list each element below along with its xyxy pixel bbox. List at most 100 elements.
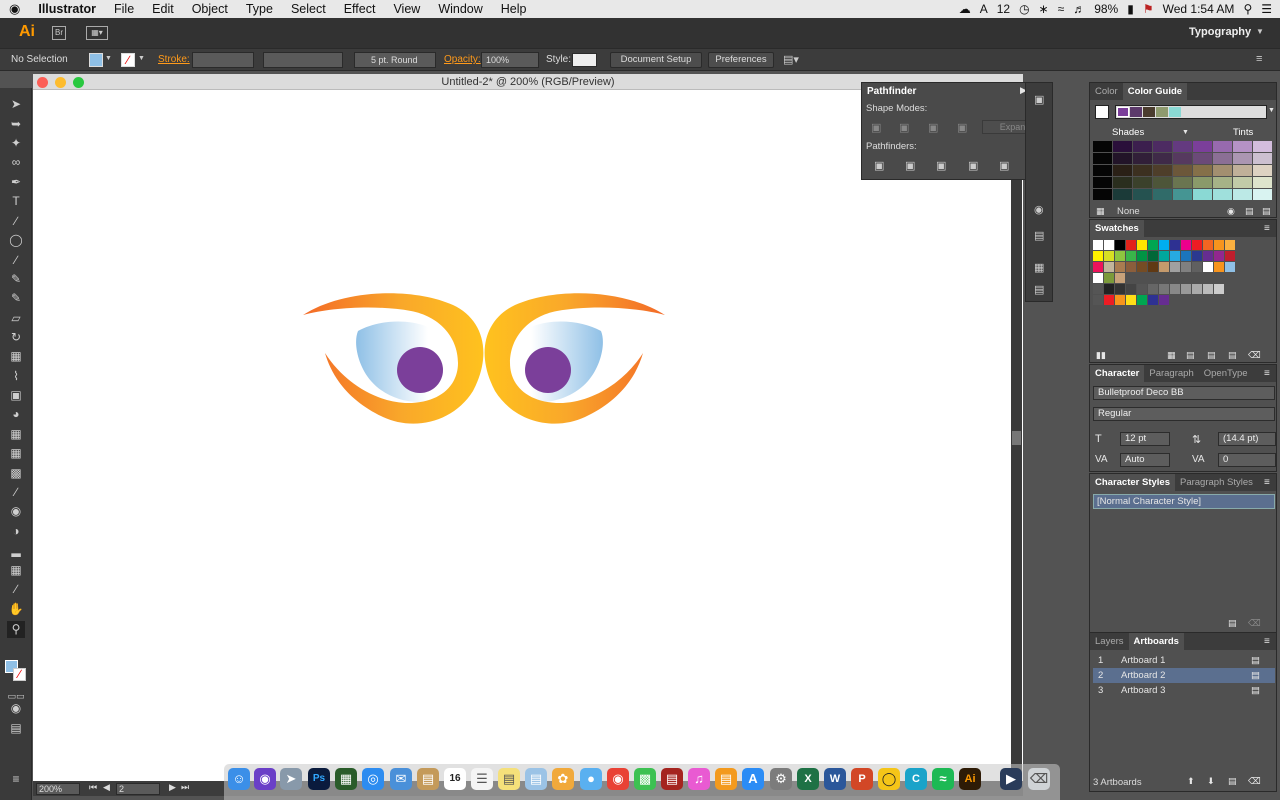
blob-brush-tool-icon[interactable]: ✎ <box>7 290 25 307</box>
control-bar-menu-icon[interactable]: ≡ <box>1256 53 1262 65</box>
swatch[interactable] <box>1115 251 1125 261</box>
swatch[interactable] <box>1192 262 1202 272</box>
swatch[interactable] <box>1093 240 1103 250</box>
delete-swatch-icon[interactable]: ⌫ <box>1248 350 1261 361</box>
bluetooth-icon[interactable]: ∗ <box>1039 2 1049 16</box>
direct-selection-tool-icon[interactable]: ➥ <box>7 116 25 133</box>
next-artboard-icon[interactable]: ▶ <box>169 782 176 793</box>
font-style-field[interactable]: Regular <box>1093 407 1275 421</box>
shade-swatch[interactable] <box>1093 141 1112 152</box>
stroke-weight-field[interactable] <box>192 52 254 68</box>
swatch[interactable] <box>1181 240 1191 250</box>
artboard-options-icon[interactable]: ▤ <box>1251 653 1260 668</box>
swatch[interactable] <box>1181 251 1191 261</box>
messages-icon[interactable]: ● <box>580 768 602 790</box>
notes-app-icon[interactable]: ▤ <box>417 768 439 790</box>
tab-paragraph-styles[interactable]: Paragraph Styles <box>1175 477 1258 488</box>
shade-swatch[interactable] <box>1093 177 1112 188</box>
app-menu[interactable]: Illustrator <box>29 0 105 18</box>
stroke-swatch[interactable]: ∕ <box>121 53 135 67</box>
excel-icon[interactable]: X <box>797 768 819 790</box>
swatch[interactable] <box>1225 240 1235 250</box>
panel-strip-icon-1[interactable]: ▣ <box>1034 93 1044 106</box>
shade-swatch[interactable] <box>1133 141 1152 152</box>
safari-icon[interactable]: ◎ <box>362 768 384 790</box>
swatch[interactable] <box>1093 251 1103 261</box>
move-down-icon[interactable]: ⬇ <box>1207 776 1215 787</box>
free-transform-tool-icon[interactable]: ▣ <box>7 387 25 404</box>
new-artboard-icon[interactable]: ▤ <box>1228 776 1237 787</box>
swatch[interactable] <box>1203 240 1213 250</box>
eyedropper-tool-icon[interactable]: ∕ <box>7 484 25 501</box>
swatch[interactable] <box>1104 295 1114 305</box>
shade-swatch[interactable] <box>1193 153 1212 164</box>
shade-swatch[interactable] <box>1213 189 1232 200</box>
tools-panel-menu-icon[interactable]: ≡ <box>7 771 25 788</box>
tracking-field[interactable]: 0 <box>1218 453 1276 467</box>
preferences-button[interactable]: Preferences <box>708 52 774 68</box>
opacity-field[interactable]: 100% <box>481 52 539 68</box>
left-eye[interactable] <box>303 293 484 424</box>
opacity-label[interactable]: Opacity: <box>444 54 481 65</box>
swatch[interactable] <box>1148 295 1158 305</box>
shade-swatch[interactable] <box>1173 189 1192 200</box>
panel-strip-icon-4[interactable]: ▦ <box>1034 261 1044 274</box>
itunes-icon[interactable]: ♫ <box>688 768 710 790</box>
last-artboard-icon[interactable]: ⏭ <box>181 782 189 793</box>
harmony-swatch-5[interactable] <box>1169 107 1181 117</box>
stroke-color-box[interactable]: ∕ <box>13 668 26 681</box>
swatch[interactable] <box>1126 262 1136 272</box>
shape-builder-tool-icon[interactable]: ◕ <box>7 406 25 423</box>
calendar-icon[interactable]: 16 <box>444 768 466 790</box>
shade-swatch[interactable] <box>1133 189 1152 200</box>
pencil-tool-icon[interactable]: ✎ <box>7 271 25 288</box>
shade-swatch[interactable] <box>1113 153 1132 164</box>
swatch[interactable] <box>1214 262 1224 272</box>
harmony-swatch-1[interactable] <box>1117 107 1129 117</box>
selection-tool-icon[interactable]: ➤ <box>7 96 25 113</box>
shade-swatch[interactable] <box>1173 165 1192 176</box>
artboard-tool-icon[interactable]: ▦ <box>7 562 25 579</box>
artboard-options-icon[interactable]: ▤ <box>1251 668 1260 683</box>
character-style-row[interactable]: [Normal Character Style] <box>1093 494 1275 509</box>
swatch[interactable] <box>1137 284 1147 294</box>
harmony-swatch-2[interactable] <box>1130 107 1142 117</box>
minimize-window-button[interactable] <box>55 77 66 88</box>
powerpoint-icon[interactable]: P <box>851 768 873 790</box>
swatch[interactable] <box>1159 251 1169 261</box>
menu-type[interactable]: Type <box>237 0 282 18</box>
shade-swatch[interactable] <box>1153 165 1172 176</box>
crop-icon[interactable]: ▣ <box>968 159 978 172</box>
app-store-icon[interactable]: A <box>742 768 764 790</box>
menu-window[interactable]: Window <box>429 0 491 18</box>
harmony-swatch-3[interactable] <box>1143 107 1155 117</box>
new-color-group-icon[interactable]: ▤ <box>1207 350 1216 361</box>
swatch[interactable] <box>1126 284 1136 294</box>
swatch[interactable] <box>1115 273 1125 283</box>
swatch[interactable] <box>1214 284 1224 294</box>
exclude-icon[interactable]: ▣ <box>957 121 967 134</box>
shade-swatch[interactable] <box>1133 153 1152 164</box>
edit-colors-icon[interactable]: ◉ <box>1227 206 1235 217</box>
artboard-row-3[interactable]: 3 Artboard 3 ▤ <box>1093 683 1275 698</box>
artboard-number-field[interactable]: 2 <box>116 783 160 795</box>
zoom-tool-icon[interactable]: ⚲ <box>7 621 25 638</box>
shade-swatch[interactable] <box>1173 177 1192 188</box>
tab-artboards[interactable]: Artboards <box>1128 633 1184 650</box>
scale-tool-icon[interactable]: ▦ <box>7 348 25 365</box>
shade-swatch[interactable] <box>1153 141 1172 152</box>
clock[interactable]: Wed 1:54 AM <box>1163 2 1235 16</box>
rotate-tool-icon[interactable]: ↻ <box>7 329 25 346</box>
swatch[interactable] <box>1214 240 1224 250</box>
swatch[interactable] <box>1203 262 1213 272</box>
shade-swatch[interactable] <box>1153 153 1172 164</box>
swatch[interactable] <box>1104 240 1114 250</box>
swatch[interactable] <box>1104 262 1114 272</box>
swatch[interactable] <box>1093 262 1103 272</box>
mesh-tool-icon[interactable]: ▦ <box>7 445 25 462</box>
fill-dropdown-icon[interactable]: ▼ <box>105 55 112 62</box>
artboard-options-icon[interactable]: ▤ <box>1251 683 1260 698</box>
tab-color-guide[interactable]: Color Guide <box>1122 83 1188 100</box>
menu-file[interactable]: File <box>105 0 143 18</box>
swatch[interactable] <box>1170 262 1180 272</box>
